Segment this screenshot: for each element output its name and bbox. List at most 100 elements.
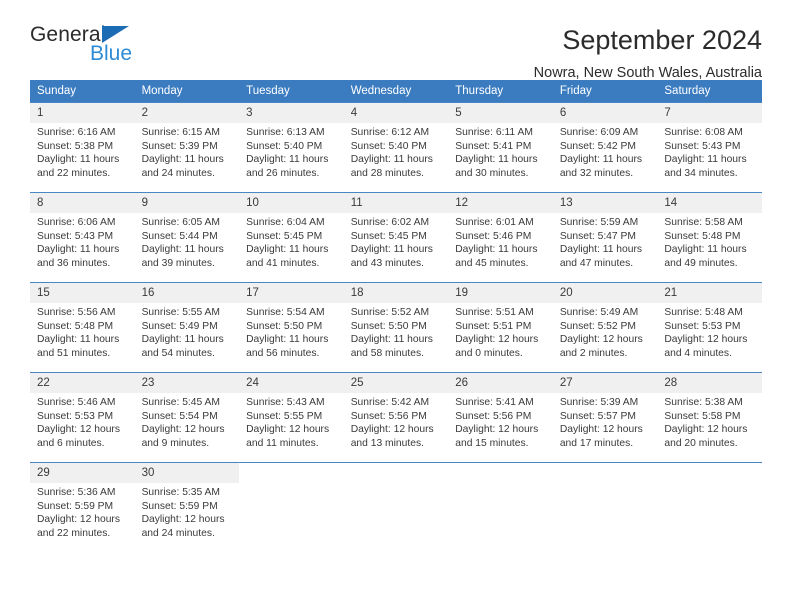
daylight-text-line2: and 58 minutes. [350,347,424,359]
calendar-day-cell[interactable]: 9 Sunrise: 6:05 AM Sunset: 5:44 PM Daylight… [134,192,240,283]
day-details: Sunrise: 5:49 AM Sunset: 5:52 PM Daylight:… [553,303,658,360]
calendar-day-cell[interactable]: 29 Sunrise: 5:36 AM Sunset: 5:59 PM Dayligh… [30,462,135,553]
calendar-day-cell[interactable]: 14 Sunrise: 5:58 AM Sunset: 5:48 PM Dayligh… [657,192,762,283]
day-number [553,463,658,483]
calendar-day-cell[interactable]: 28 Sunrise: 5:38 AM Sunset: 5:58 PM Dayligh… [657,372,762,463]
sunrise-text: Sunrise: 5:48 AM [664,307,743,318]
daylight-text-line1: Daylight: 12 hours [664,334,748,346]
daylight-text-line2: and 4 minutes. [664,347,732,359]
daylight-text-line1: Daylight: 12 hours [455,334,539,346]
daylight-text-line2: and 20 minutes. [664,437,738,449]
sunset-text: Sunset: 5:40 PM [350,140,427,152]
calendar-day-cell[interactable]: 5 Sunrise: 6:11 AM Sunset: 5:41 PM Daylight… [448,102,553,193]
daylight-text-line2: and 6 minutes. [37,437,105,449]
sunrise-text: Sunrise: 5:56 AM [37,307,116,318]
sunrise-text: Sunrise: 5:45 AM [141,397,220,408]
day-number: 15 [30,283,135,303]
sunset-text: Sunset: 5:50 PM [246,320,323,332]
daylight-text-line2: and 24 minutes. [141,167,215,179]
sunrise-text: Sunrise: 6:13 AM [246,127,325,138]
calendar-day-cell[interactable]: 15 Sunrise: 5:56 AM Sunset: 5:48 PM Dayligh… [30,282,135,373]
day-number: 24 [239,373,344,393]
day-details: Sunrise: 5:43 AM Sunset: 5:55 PM Daylight:… [239,393,344,450]
page-title: September 2024 [562,25,762,55]
calendar-day-cell[interactable]: 17 Sunrise: 5:54 AM Sunset: 5:50 PM Dayligh… [239,282,344,373]
day-details: Sunrise: 6:11 AM Sunset: 5:41 PM Daylight:… [448,123,553,180]
daylight-text-line2: and 0 minutes. [455,347,523,359]
sunset-text: Sunset: 5:45 PM [246,230,323,242]
calendar-day-cell[interactable]: 21 Sunrise: 5:48 AM Sunset: 5:53 PM Dayligh… [657,282,762,373]
sunrise-text: Sunrise: 6:09 AM [559,127,639,138]
sunset-text: Sunset: 5:39 PM [141,140,218,152]
calendar-day-cell[interactable]: 4 Sunrise: 6:12 AM Sunset: 5:40 PM Daylight… [343,102,449,193]
day-number [344,463,449,483]
calendar-day-cell[interactable]: 12 Sunrise: 6:01 AM Sunset: 5:46 PM Dayligh… [448,192,553,283]
day-details: Sunrise: 6:05 AM Sunset: 5:44 PM Daylight:… [135,213,240,270]
calendar-day-cell[interactable]: 13 Sunrise: 5:59 AM Sunset: 5:47 PM Dayligh… [552,192,658,283]
sunset-text: Sunset: 5:42 PM [559,140,636,152]
day-number: 20 [552,283,658,303]
calendar-day-cell[interactable]: 18 Sunrise: 5:52 AM Sunset: 5:50 PM Dayligh… [343,282,449,373]
calendar-day-cell[interactable]: 20 Sunrise: 5:49 AM Sunset: 5:52 PM Dayligh… [552,282,658,373]
daylight-text-line1: Daylight: 11 hours [559,154,643,166]
day-details: Sunrise: 5:39 AM Sunset: 5:57 PM Daylight:… [553,393,658,450]
day-details: Sunrise: 5:48 AM Sunset: 5:53 PM Daylight:… [657,303,762,360]
day-details: Sunrise: 6:09 AM Sunset: 5:42 PM Daylight:… [553,123,658,180]
calendar-day-cell[interactable]: 27 Sunrise: 5:39 AM Sunset: 5:57 PM Dayligh… [552,372,658,463]
day-number [657,463,762,483]
sunrise-text: Sunrise: 5:42 AM [350,397,430,408]
day-details: Sunrise: 6:16 AM Sunset: 5:38 PM Daylight:… [30,123,135,180]
calendar-day-cell[interactable]: 10 Sunrise: 6:04 AM Sunset: 5:45 PM Dayligh… [239,192,344,283]
day-details: Sunrise: 6:01 AM Sunset: 5:46 PM Daylight:… [448,213,553,270]
calendar-day-cell[interactable]: 25 Sunrise: 5:42 AM Sunset: 5:56 PM Dayligh… [343,372,449,463]
day-number: 11 [343,193,449,213]
calendar-day-cell[interactable]: 16 Sunrise: 5:55 AM Sunset: 5:49 PM Dayligh… [134,282,240,373]
calendar-day-cell[interactable]: 3 Sunrise: 6:13 AM Sunset: 5:40 PM Daylight… [239,102,344,193]
day-number: 8 [30,193,135,213]
day-details: Sunrise: 5:58 AM Sunset: 5:48 PM Daylight:… [657,213,762,270]
day-number: 5 [448,103,553,123]
calendar-cell-empty [657,462,762,553]
daylight-text-line2: and 32 minutes. [559,167,634,179]
calendar-day-cell[interactable]: 1 Sunrise: 6:16 AM Sunset: 5:38 PM Daylight… [30,102,135,193]
daylight-text-line1: Daylight: 12 hours [246,424,330,436]
sunset-text: Sunset: 5:43 PM [664,140,741,152]
calendar-day-cell[interactable]: 2 Sunrise: 6:15 AM Sunset: 5:39 PM Daylight… [134,102,240,193]
sunrise-text: Sunrise: 6:05 AM [141,217,220,228]
day-details: Sunrise: 6:02 AM Sunset: 5:45 PM Daylight:… [344,213,449,270]
day-details: Sunrise: 5:36 AM Sunset: 5:59 PM Daylight:… [30,483,135,540]
day-number: 7 [657,103,762,123]
calendar-day-cell[interactable]: 23 Sunrise: 5:45 AM Sunset: 5:54 PM Dayligh… [134,372,240,463]
logo-text-blue: Blue [90,42,133,65]
calendar-day-cell[interactable]: 8 Sunrise: 6:06 AM Sunset: 5:43 PM Daylight… [30,192,135,283]
daylight-text-line1: Daylight: 11 hours [246,334,329,346]
daylight-text-line2: and 13 minutes. [350,437,424,449]
daylight-text-line1: Daylight: 12 hours [664,424,748,436]
day-number: 12 [448,193,553,213]
calendar-cell-empty [239,462,344,553]
calendar-day-cell[interactable]: 11 Sunrise: 6:02 AM Sunset: 5:45 PM Dayligh… [343,192,449,283]
daylight-text-line2: and 43 minutes. [350,257,424,269]
calendar-day-cell[interactable]: 30 Sunrise: 5:35 AM Sunset: 5:59 PM Dayligh… [134,462,240,553]
daylight-text-line2: and 2 minutes. [559,347,628,359]
day-number: 23 [134,373,240,393]
calendar-day-cell[interactable]: 22 Sunrise: 5:46 AM Sunset: 5:53 PM Dayligh… [30,372,135,463]
daylight-text-line2: and 17 minutes. [559,437,634,449]
day-number: 17 [239,283,344,303]
sunset-text: Sunset: 5:55 PM [246,410,323,422]
calendar-day-cell[interactable]: 6 Sunrise: 6:09 AM Sunset: 5:42 PM Daylight… [552,102,658,193]
day-number: 16 [134,283,240,303]
day-number: 25 [343,373,449,393]
sunrise-text: Sunrise: 5:39 AM [559,397,639,408]
daylight-text-line2: and 36 minutes. [37,257,111,269]
general-blue-logo[interactable]: General Blue [30,24,200,72]
calendar-day-cell[interactable]: 26 Sunrise: 5:41 AM Sunset: 5:56 PM Dayligh… [448,372,553,463]
daylight-text-line2: and 45 minutes. [455,257,529,269]
calendar-day-cell[interactable]: 19 Sunrise: 5:51 AM Sunset: 5:51 PM Dayligh… [448,282,553,373]
calendar-day-cell[interactable]: 7 Sunrise: 6:08 AM Sunset: 5:43 PM Daylight… [657,102,762,193]
day-number: 13 [552,193,658,213]
daylight-text-line2: and 49 minutes. [664,257,738,269]
sunrise-text: Sunrise: 6:01 AM [455,217,534,228]
calendar-day-cell[interactable]: 24 Sunrise: 5:43 AM Sunset: 5:55 PM Dayligh… [239,372,344,463]
sunrise-text: Sunrise: 5:58 AM [664,217,743,228]
